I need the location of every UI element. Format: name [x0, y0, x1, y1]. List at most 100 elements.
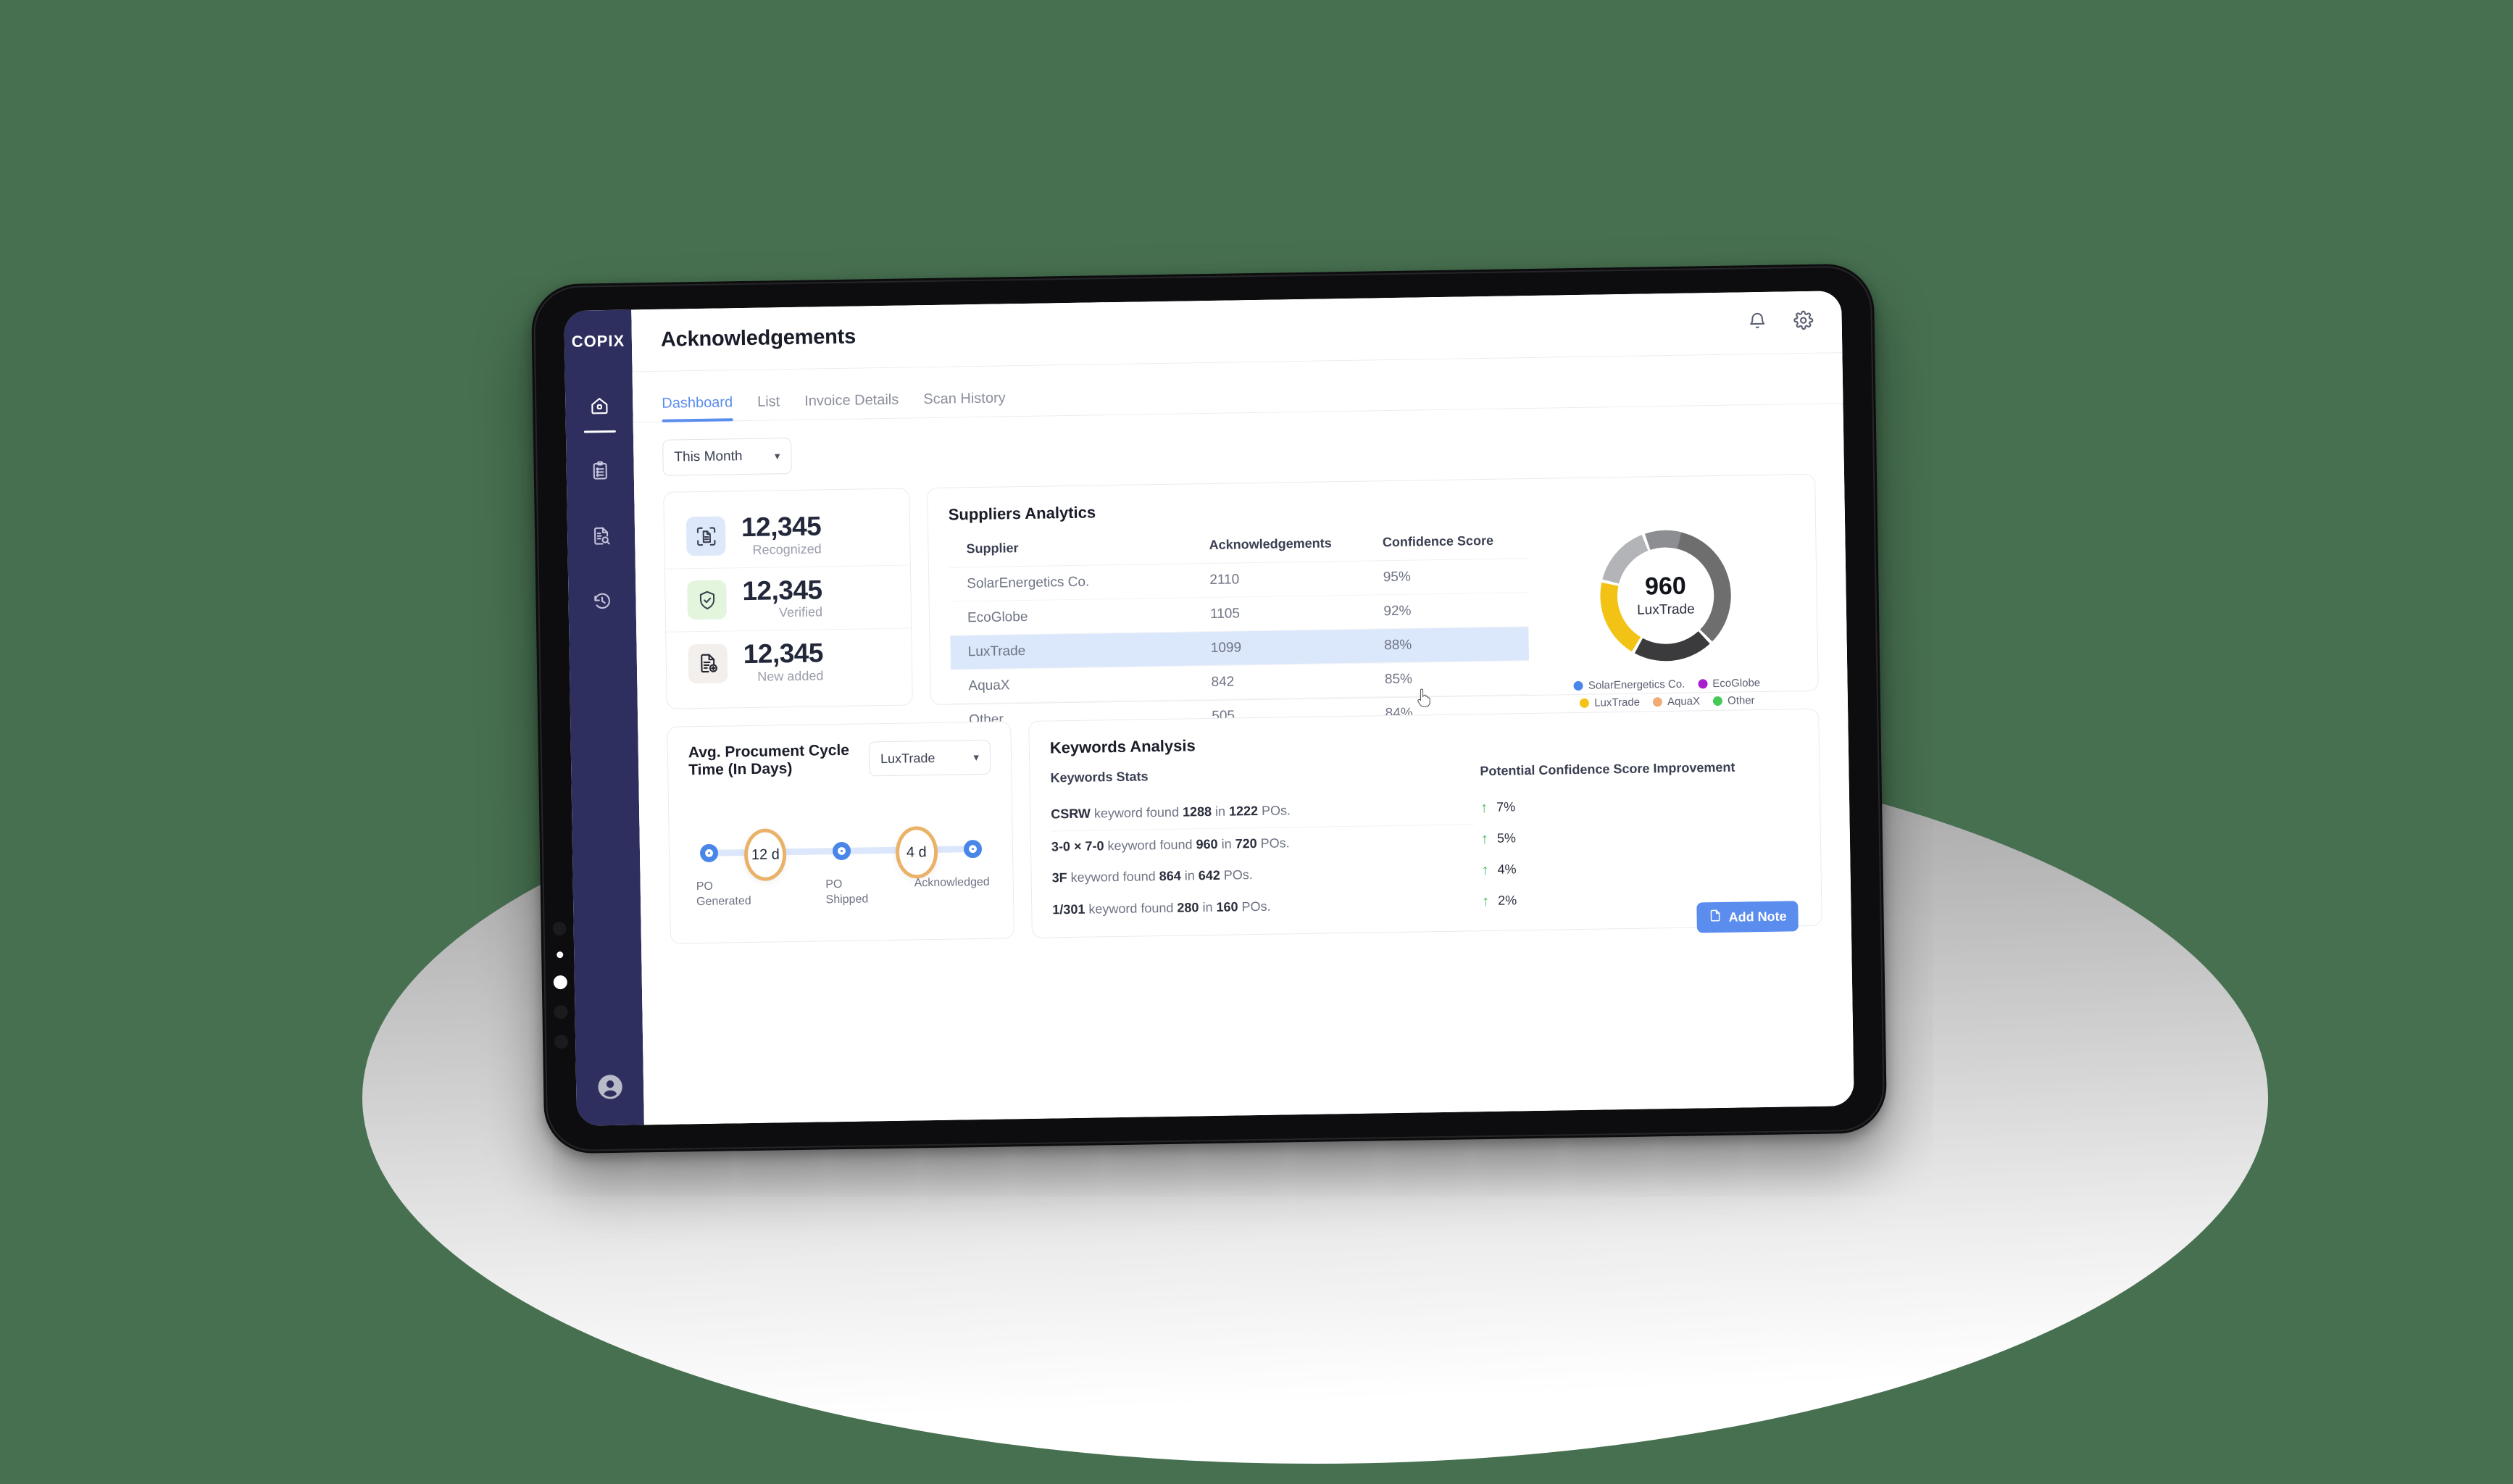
cell-supplier: EcoGlobe	[949, 597, 1193, 636]
keywords-analysis-card: Keywords Analysis Keywords Stats CSRW ke…	[1028, 708, 1822, 938]
sidebar-item-scan-history[interactable]	[580, 581, 625, 625]
keyword-mid: keyword found	[1085, 900, 1178, 917]
cell-supplier: LuxTrade	[950, 631, 1194, 670]
cell-supplier: SolarEnergetics Co.	[949, 563, 1193, 602]
app-main: Acknowledgements Dashboard List Invoice …	[631, 291, 1854, 1125]
timeline-label-line1: PO	[825, 878, 843, 891]
add-note-button[interactable]: Add Note	[1696, 901, 1799, 933]
document-scan-icon	[685, 516, 726, 556]
keyword-mid: keyword found	[1090, 804, 1183, 821]
keyword-term: 1/301	[1052, 901, 1085, 917]
tablet-device: COPIX Acknowledgements Dashboard List In…	[530, 263, 1888, 1154]
arrow-up-icon: ↑	[1480, 830, 1489, 847]
suppliers-body: Supplier Acknowledgements Confidence Sco…	[949, 518, 1798, 737]
stat-new-added: 12,345 New added	[666, 628, 912, 696]
keywords-stats-column: Keywords Stats CSRW keyword found 1288 i…	[1050, 764, 1475, 926]
cycle-title: Avg. Procument Cycle Time (In Days)	[688, 741, 850, 779]
keyword-found: 280	[1177, 900, 1199, 915]
legend-item[interactable]: SolarEnergetics Co.	[1573, 678, 1685, 692]
document-add-icon	[688, 643, 728, 684]
gear-icon	[1793, 310, 1814, 334]
period-filter-value: This Month	[674, 449, 743, 465]
cycle-timeline: 12 d 4 d PO Generated PO Shipped Acknowl…	[690, 825, 993, 912]
tablet-screen: COPIX Acknowledgements Dashboard List In…	[564, 291, 1854, 1126]
legend-item[interactable]: LuxTrade	[1580, 696, 1640, 709]
stat-value: 12,345	[741, 511, 822, 542]
period-filter-select[interactable]: This Month ▾	[662, 438, 792, 476]
sidebar-item-home[interactable]	[577, 385, 621, 430]
notifications-button[interactable]	[1744, 310, 1770, 335]
cycle-time-card: Avg. Procument Cycle Time (In Days) LuxT…	[667, 721, 1014, 944]
legend-label: LuxTrade	[1594, 696, 1641, 709]
col-supplier: Supplier	[949, 528, 1193, 568]
tab-invoice-details[interactable]: Invoice Details	[804, 392, 899, 420]
keywords-improvement-column: Potential Confidence Score Improvement ↑…	[1480, 759, 1801, 919]
legend-item[interactable]: AquaX	[1652, 695, 1701, 709]
timeline-duration-badge: 12 d	[743, 828, 787, 882]
tab-list[interactable]: List	[757, 393, 780, 420]
legend-item[interactable]: Other	[1712, 694, 1755, 707]
keyword-suffix: POs.	[1238, 899, 1271, 914]
page-title: Acknowledgements	[660, 325, 857, 351]
dashboard-content: This Month ▾ 12,345 Recognized 12,345 Ve…	[633, 404, 1854, 1125]
keyword-pos: 642	[1198, 867, 1220, 883]
home-icon	[588, 394, 611, 420]
improvement-value: 2%	[1498, 893, 1517, 908]
keyword-mid: keyword found	[1104, 836, 1196, 853]
keyword-in: in	[1180, 868, 1199, 883]
legend-dot-icon	[1712, 696, 1723, 706]
keyword-term: 3-0 × 7-0	[1051, 838, 1104, 854]
dashboard-row-2: Avg. Procument Cycle Time (In Days) LuxT…	[667, 708, 1822, 944]
keyword-suffix: POs.	[1257, 803, 1291, 818]
legend-dot-icon	[1652, 697, 1663, 707]
improvement-value: 4%	[1497, 862, 1517, 877]
keyword-mid: keyword found	[1067, 869, 1159, 885]
settings-button[interactable]	[1791, 309, 1816, 335]
improvement-row: ↑ 7%	[1480, 787, 1800, 823]
timeline-label-line2: Shipped	[825, 893, 869, 906]
improvement-value: 7%	[1496, 799, 1516, 814]
legend-item[interactable]: EcoGlobe	[1698, 677, 1760, 690]
donut-value: 960	[1644, 572, 1687, 601]
timeline-node-acknowledged[interactable]	[963, 839, 983, 859]
side-indicator-small	[556, 951, 563, 959]
cell-confidence: 85%	[1367, 660, 1530, 698]
tab-scan-history[interactable]: Scan History	[923, 390, 1006, 417]
arrow-up-icon: ↑	[1481, 862, 1489, 878]
timeline-label-po-shipped: PO Shipped	[825, 876, 868, 907]
keyword-in: in	[1199, 899, 1217, 915]
legend-dot-icon	[1573, 680, 1584, 691]
timeline-node-po-shipped[interactable]	[832, 841, 851, 861]
sidebar-item-invoice-details[interactable]	[579, 516, 623, 560]
timeline-node-po-generated[interactable]	[699, 843, 719, 863]
side-indicator-large	[553, 975, 567, 990]
sidebar-item-list[interactable]	[578, 451, 622, 495]
keywords-improvement-header: Potential Confidence Score Improvement	[1480, 759, 1735, 779]
legend-label: AquaX	[1667, 695, 1701, 709]
timeline-label-line1: Acknowledged	[914, 875, 990, 890]
cycle-header: Avg. Procument Cycle Time (In Days) LuxT…	[688, 739, 991, 780]
stat-label: Verified	[778, 604, 823, 620]
legend-dot-icon	[1580, 698, 1590, 708]
timeline-duration-badge: 4 d	[895, 825, 938, 879]
cycle-supplier-select[interactable]: LuxTrade ▾	[868, 739, 991, 777]
cell-confidence: 95%	[1365, 558, 1528, 596]
suppliers-table: Supplier Acknowledgements Confidence Sco…	[949, 522, 1530, 737]
improvement-row: ↑ 5%	[1481, 818, 1801, 854]
cycle-supplier-value: LuxTrade	[880, 750, 935, 766]
chevron-down-icon: ▾	[973, 751, 980, 764]
col-confidence: Confidence Score	[1364, 522, 1528, 562]
keyword-in: in	[1217, 836, 1235, 851]
shield-check-icon	[687, 580, 727, 620]
arrow-up-icon: ↑	[1480, 799, 1488, 816]
keyword-pos: 720	[1235, 835, 1257, 851]
keyword-suffix: POs.	[1220, 867, 1253, 883]
legend-label: SolarEnergetics Co.	[1588, 678, 1685, 692]
bell-icon	[1747, 311, 1767, 334]
keyword-found: 864	[1159, 868, 1181, 884]
timeline-label-po-generated: PO Generated	[696, 878, 751, 909]
avatar[interactable]	[593, 1072, 627, 1106]
timeline-label-line1: PO	[696, 880, 714, 893]
tab-dashboard[interactable]: Dashboard	[662, 394, 733, 422]
keyword-pos: 160	[1216, 899, 1238, 914]
